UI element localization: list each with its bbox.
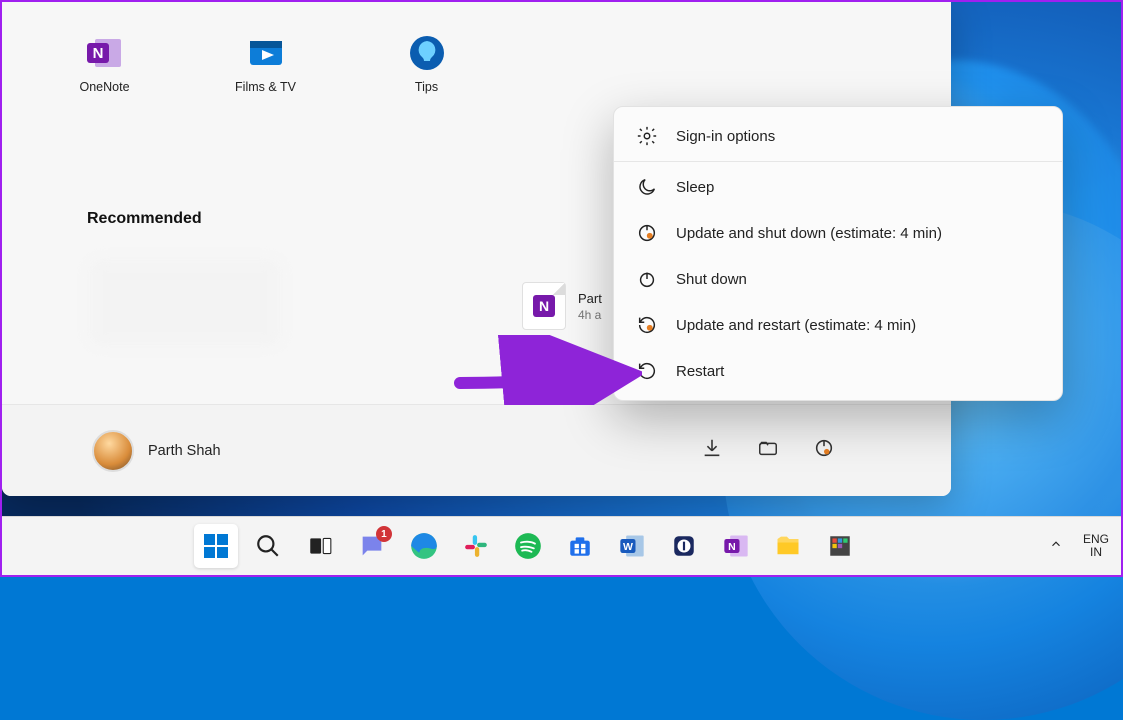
taskbar: 1 W N ENG IN: [2, 516, 1121, 575]
update-shutdown-icon: [636, 222, 658, 244]
recommended-header: Recommended: [87, 210, 202, 228]
moon-icon: [636, 176, 658, 198]
recommended-item[interactable]: N Part 4h a: [522, 282, 602, 330]
recommended-area: N Part 4h a: [87, 252, 517, 362]
menu-item-shutdown[interactable]: Shut down: [614, 256, 1062, 302]
app-label: Films & TV: [235, 80, 296, 94]
power-menu: Sign-in options Sleep Update and shut do…: [613, 106, 1063, 401]
recommended-item-title: Part: [578, 291, 602, 306]
app-label: Tips: [415, 80, 438, 94]
power-off-icon: [636, 268, 658, 290]
folder-icon[interactable]: [757, 437, 779, 464]
gear-icon: [636, 125, 658, 147]
menu-label: Update and restart (estimate: 4 min): [676, 317, 916, 334]
svg-text:W: W: [623, 541, 633, 553]
chat-button[interactable]: 1: [350, 524, 394, 568]
edge-button[interactable]: [402, 524, 446, 568]
onenote-file-icon: N: [522, 282, 566, 330]
menu-item-restart[interactable]: Restart: [614, 348, 1062, 394]
update-restart-icon: [636, 314, 658, 336]
avatar: [92, 430, 134, 472]
downloads-icon[interactable]: [701, 437, 723, 464]
slack-button[interactable]: [454, 524, 498, 568]
app-tile-onenote[interactable]: N OneNote: [57, 32, 152, 94]
language-bottom: IN: [1083, 546, 1109, 559]
user-account-button[interactable]: Parth Shah: [92, 430, 221, 472]
tips-icon: [406, 32, 448, 74]
menu-label: Sign-in options: [676, 128, 775, 145]
chat-badge: 1: [376, 526, 392, 542]
svg-text:N: N: [728, 541, 736, 553]
search-button[interactable]: [246, 524, 290, 568]
taskbar-center: 1 W N: [194, 524, 862, 568]
onenote-taskbar-button[interactable]: N: [714, 524, 758, 568]
user-name: Parth Shah: [148, 443, 221, 459]
menu-item-sign-in-options[interactable]: Sign-in options: [614, 113, 1062, 159]
onenote-icon: N: [84, 32, 126, 74]
menu-label: Restart: [676, 363, 724, 380]
menu-item-sleep[interactable]: Sleep: [614, 164, 1062, 210]
powertoys-button[interactable]: [818, 524, 862, 568]
language-indicator[interactable]: ENG IN: [1083, 533, 1109, 559]
app-tile-films-tv[interactable]: Films & TV: [218, 32, 313, 94]
tray-overflow-button[interactable]: [1049, 537, 1063, 556]
power-icon[interactable]: [813, 437, 835, 464]
menu-separator: [614, 161, 1062, 162]
taskbar-tray: ENG IN: [1049, 533, 1109, 559]
1password-button[interactable]: [662, 524, 706, 568]
store-button[interactable]: [558, 524, 602, 568]
spotify-button[interactable]: [506, 524, 550, 568]
file-explorer-button[interactable]: [766, 524, 810, 568]
word-button[interactable]: W: [610, 524, 654, 568]
menu-label: Shut down: [676, 271, 747, 288]
menu-item-update-restart[interactable]: Update and restart (estimate: 4 min): [614, 302, 1062, 348]
menu-item-update-shutdown[interactable]: Update and shut down (estimate: 4 min): [614, 210, 1062, 256]
task-view-button[interactable]: [298, 524, 342, 568]
films-tv-icon: [245, 32, 287, 74]
restart-icon: [636, 360, 658, 382]
app-tile-tips[interactable]: Tips: [379, 32, 474, 94]
start-footer: Parth Shah: [2, 404, 951, 496]
menu-label: Update and shut down (estimate: 4 min): [676, 225, 942, 242]
start-button[interactable]: [194, 524, 238, 568]
app-label: OneNote: [79, 80, 129, 94]
menu-label: Sleep: [676, 179, 714, 196]
svg-text:N: N: [92, 45, 103, 62]
recommended-item-subtitle: 4h a: [578, 308, 602, 322]
pinned-apps-row: N OneNote Films & TV Tips: [57, 32, 474, 94]
